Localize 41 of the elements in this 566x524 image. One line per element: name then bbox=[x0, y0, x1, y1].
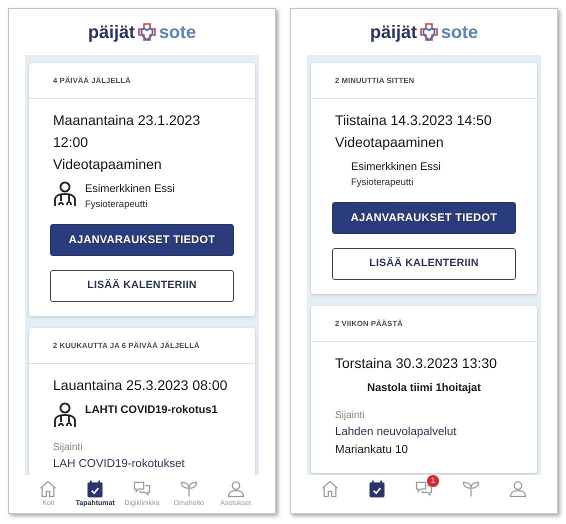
location-label: Sijainti bbox=[53, 440, 84, 455]
calendar-check-icon bbox=[367, 479, 388, 499]
appointment-heading: Maanantaina 23.1.2023 bbox=[53, 111, 202, 129]
appointment-heading: Torstaina 30.3.2023 13:30 bbox=[335, 354, 498, 372]
heart-cross-logo-icon bbox=[137, 22, 157, 42]
appointment-details-button[interactable]: AJANVARAUKSET TIEDOT bbox=[332, 202, 516, 234]
logo-text: sote bbox=[441, 20, 478, 44]
user-icon bbox=[508, 479, 528, 499]
home-icon bbox=[38, 479, 58, 499]
add-to-calendar-button[interactable]: LISÄÄ KALENTERIIN bbox=[332, 248, 516, 280]
add-to-calendar-button[interactable]: LISÄÄ KALENTERIIN bbox=[50, 270, 234, 302]
chat-bubbles-icon bbox=[132, 479, 152, 499]
logo-text: päijät bbox=[88, 20, 135, 44]
doctor-icon bbox=[53, 181, 77, 207]
user-icon bbox=[226, 479, 246, 499]
doctor-icon bbox=[53, 402, 77, 428]
logo-text: päijät bbox=[370, 20, 417, 44]
practitioner-role: Fysioterapeutti bbox=[351, 176, 414, 190]
logo-text: sote bbox=[159, 20, 196, 44]
location-text: Lahden neuvolapalvelut bbox=[335, 425, 458, 440]
appointment-heading: Lauantaina 25.3.2023 08:00 bbox=[53, 376, 228, 394]
appointment-heading: Tiistaina 14.3.2023 14:50 bbox=[335, 111, 493, 129]
practitioner-role: Fysioterapeutti bbox=[85, 198, 148, 212]
appointment-heading: Videotapaaminen bbox=[53, 155, 163, 173]
practitioner-name: Esimerkkinen Essi bbox=[85, 182, 175, 197]
notification-badge: 1 bbox=[426, 475, 439, 487]
chat-bubbles-icon bbox=[414, 479, 434, 499]
practitioner-name: Esimerkkinen Essi bbox=[351, 160, 441, 175]
sprout-icon bbox=[178, 479, 199, 499]
calendar-check-icon bbox=[85, 479, 106, 499]
heart-cross-logo-icon bbox=[419, 22, 439, 42]
location-label: Sijainti bbox=[335, 409, 366, 424]
appointment-heading: 12:00 bbox=[53, 133, 90, 151]
practitioner-name: LAHTI COVID19-rokotus1 bbox=[85, 402, 218, 418]
location-text: Mariankatu 10 bbox=[335, 443, 409, 458]
appointment-details-button[interactable]: AJANVARAUKSET TIEDOT bbox=[50, 224, 234, 256]
team-name: Nastola tiimi 1hoitajat bbox=[367, 380, 481, 396]
home-icon bbox=[320, 479, 340, 499]
location-text: LAH COVID19-rokotukset bbox=[53, 456, 186, 472]
sprout-icon bbox=[460, 479, 481, 499]
appointment-heading: Videotapaaminen bbox=[335, 133, 445, 151]
